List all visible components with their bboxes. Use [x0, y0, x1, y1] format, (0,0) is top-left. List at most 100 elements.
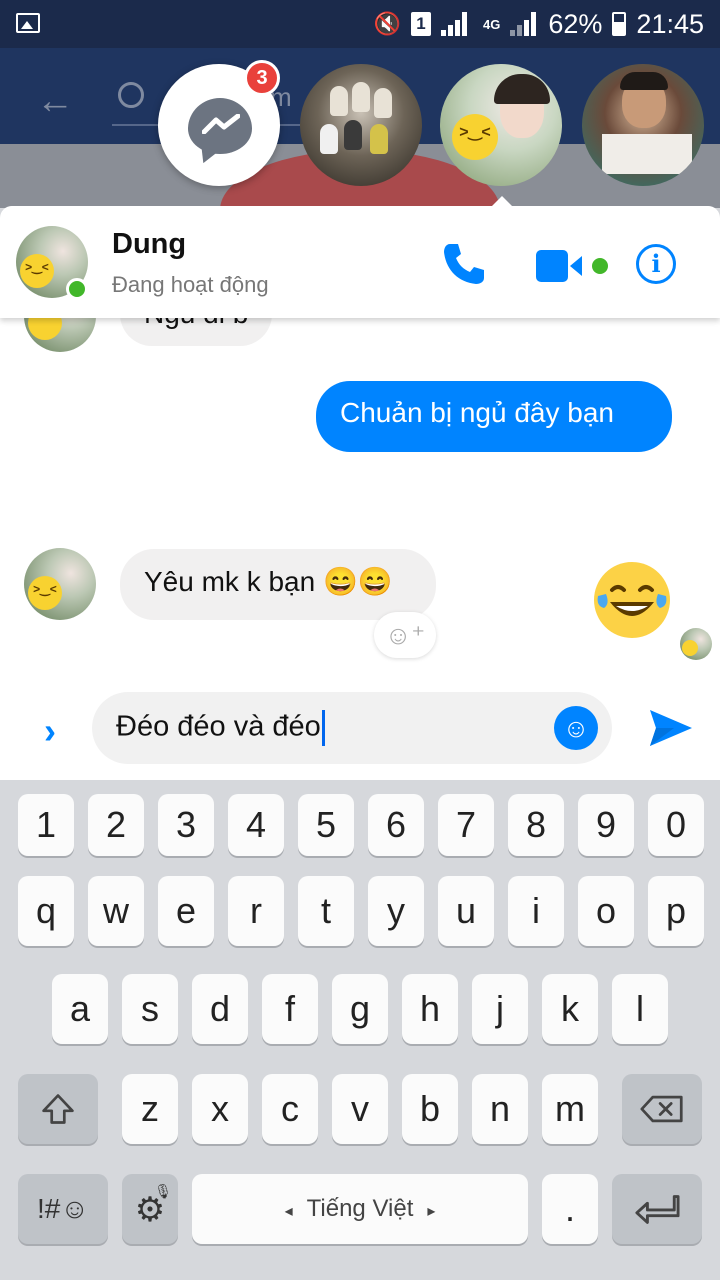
- chat-head-friend[interactable]: [582, 64, 704, 186]
- key-a[interactable]: a: [52, 974, 108, 1044]
- microphone-icon: 🎙: [154, 1183, 172, 1199]
- add-reaction-icon[interactable]: ☺⁺: [374, 612, 436, 658]
- key-f[interactable]: f: [262, 974, 318, 1044]
- arrow-left-icon: ◂: [284, 1203, 293, 1220]
- key-m[interactable]: m: [542, 1074, 598, 1144]
- signal-icon: [441, 12, 473, 36]
- key-v[interactable]: v: [332, 1074, 388, 1144]
- video-call-icon[interactable]: [536, 248, 610, 284]
- key-k[interactable]: k: [542, 974, 598, 1044]
- seen-indicator-avatar: [680, 628, 712, 660]
- key-4[interactable]: 4: [228, 794, 284, 856]
- key-s[interactable]: s: [122, 974, 178, 1044]
- key-u[interactable]: u: [438, 876, 494, 946]
- info-icon[interactable]: i: [636, 244, 676, 284]
- period-key[interactable]: .: [542, 1174, 598, 1244]
- gallery-icon: [16, 13, 40, 33]
- search-icon: [118, 82, 144, 108]
- arrow-right-icon: ▸: [427, 1203, 436, 1220]
- key-z[interactable]: z: [122, 1074, 178, 1144]
- space-key-label: Tiếng Việt: [306, 1195, 414, 1222]
- phone-call-icon[interactable]: [440, 240, 488, 288]
- key-d[interactable]: d: [192, 974, 248, 1044]
- key-y[interactable]: y: [368, 876, 424, 946]
- message-bubble-incoming[interactable]: Yêu mk k bạn 😄😄: [120, 549, 436, 620]
- key-t[interactable]: t: [298, 876, 354, 946]
- key-n[interactable]: n: [472, 1074, 528, 1144]
- network-label: 4G: [483, 16, 501, 32]
- key-0[interactable]: 0: [648, 794, 704, 856]
- chevron-right-icon[interactable]: ›: [44, 710, 56, 752]
- status-bar: 🔇 1 4G 62% 21:45: [0, 0, 720, 48]
- send-icon[interactable]: [646, 704, 694, 752]
- key-j[interactable]: j: [472, 974, 528, 1044]
- key-c[interactable]: c: [262, 1074, 318, 1144]
- sun-sticker-icon: [682, 640, 698, 656]
- messenger-bolt-icon: [202, 114, 240, 134]
- emoji-message-tears-of-joy[interactable]: [594, 562, 670, 638]
- chat-header: >‿< Dung Đang hoạt động i: [0, 206, 720, 318]
- key-r[interactable]: r: [228, 876, 284, 946]
- message-list: Ngủ đi b Chuản bị ngủ đây bạn >‿< Yêu mk…: [0, 280, 720, 692]
- key-w[interactable]: w: [88, 876, 144, 946]
- text-caret: [321, 710, 325, 746]
- battery-percent: 62%: [548, 8, 603, 39]
- space-key[interactable]: ◂ Tiếng Việt ▸: [192, 1174, 528, 1244]
- symbols-key[interactable]: !#☺: [18, 1174, 108, 1244]
- key-l[interactable]: l: [612, 974, 668, 1044]
- key-7[interactable]: 7: [438, 794, 494, 856]
- battery-icon: [612, 12, 627, 36]
- key-q[interactable]: q: [18, 876, 74, 946]
- key-6[interactable]: 6: [368, 794, 424, 856]
- key-8[interactable]: 8: [508, 794, 564, 856]
- emoji-picker-icon[interactable]: ☺: [554, 706, 598, 750]
- hair-shape: [494, 74, 550, 104]
- enter-icon: [635, 1195, 680, 1224]
- status-icons: 🔇 1 4G 62% 21:45: [374, 8, 704, 40]
- message-bubble-outgoing[interactable]: Chuản bị ngủ đây bạn: [316, 381, 672, 452]
- sun-face-icon: >‿<: [33, 582, 57, 596]
- enter-key[interactable]: [612, 1174, 702, 1244]
- message-input-value[interactable]: Đéo đéo và đéo: [116, 711, 321, 743]
- key-5[interactable]: 5: [298, 794, 354, 856]
- signal-icon-2: [510, 12, 538, 36]
- key-p[interactable]: p: [648, 876, 704, 946]
- chat-head-dung[interactable]: >‿<: [440, 64, 562, 186]
- hair-shape: [620, 72, 668, 90]
- message-avatar: >‿<: [24, 548, 96, 620]
- backspace-icon: [640, 1095, 683, 1123]
- shift-key[interactable]: [18, 1074, 98, 1144]
- tears-of-joy-icon: [597, 585, 667, 616]
- mute-icon: 🔇: [373, 11, 402, 36]
- key-h[interactable]: h: [402, 974, 458, 1044]
- message-input[interactable]: Đéo đéo và đéo ☺: [92, 692, 612, 764]
- shift-icon: [42, 1094, 74, 1124]
- sim-badge: 1: [411, 12, 432, 36]
- key-e[interactable]: e: [158, 876, 214, 946]
- message-composer: › Đéo đéo và đéo ☺: [0, 692, 720, 780]
- key-i[interactable]: i: [508, 876, 564, 946]
- contact-name[interactable]: Dung: [112, 228, 186, 261]
- key-2[interactable]: 2: [88, 794, 144, 856]
- online-indicator: [66, 278, 88, 300]
- message-input-text[interactable]: Đéo đéo và đéo: [116, 710, 325, 746]
- unread-badge: 3: [244, 60, 280, 96]
- key-3[interactable]: 3: [158, 794, 214, 856]
- contact-status: Đang hoạt động: [112, 272, 269, 297]
- settings-key[interactable]: ⚙ 🎙: [122, 1174, 178, 1244]
- key-b[interactable]: b: [402, 1074, 458, 1144]
- key-o[interactable]: o: [578, 876, 634, 946]
- key-g[interactable]: g: [332, 974, 388, 1044]
- key-x[interactable]: x: [192, 1074, 248, 1144]
- chat-panel: >‿< Dung Đang hoạt động i Ngủ đi b Chuản…: [0, 206, 720, 780]
- backspace-key[interactable]: [622, 1074, 702, 1144]
- sun-face-icon: >‿<: [25, 260, 49, 274]
- clock: 21:45: [636, 8, 704, 39]
- key-1[interactable]: 1: [18, 794, 74, 856]
- chat-head-group[interactable]: [300, 64, 422, 186]
- shirt-shape: [602, 134, 692, 174]
- key-9[interactable]: 9: [578, 794, 634, 856]
- sun-face-icon: >‿<: [459, 124, 491, 141]
- back-arrow-icon: ←: [36, 80, 74, 122]
- on-screen-keyboard: 1234567890 qwertyuiop asdfghjkl zxcvbnm …: [0, 780, 720, 1280]
